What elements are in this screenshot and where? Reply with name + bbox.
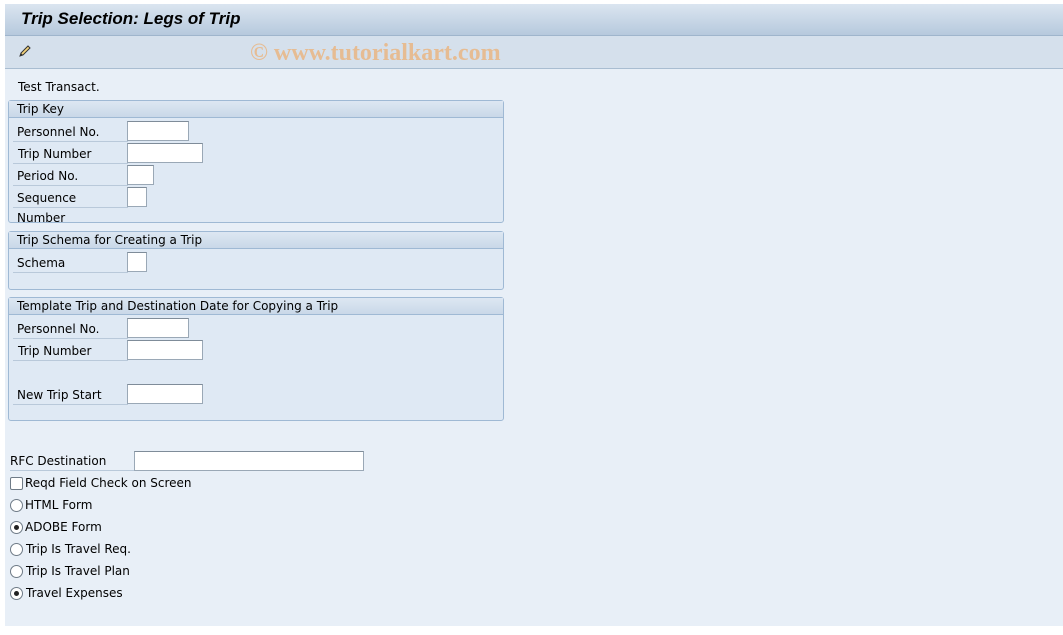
group-trip-schema: Trip Schema for Creating a Trip Schema (8, 231, 504, 290)
html-form-label: HTML Form (25, 498, 93, 512)
toolbar: © www.tutorialkart.com (5, 36, 1063, 69)
personnel-no-label: Personnel No. (13, 122, 128, 142)
period-no-label: Period No. (13, 166, 128, 186)
template-trip-number-label: Trip Number (13, 341, 128, 361)
trip-number-input[interactable] (127, 143, 203, 163)
sequence-number-label: Sequence Number (13, 188, 128, 225)
page-title: Trip Selection: Legs of Trip (21, 9, 241, 28)
pencil-icon[interactable] (17, 43, 33, 62)
template-personnel-no-input[interactable] (127, 318, 189, 338)
title-bar: Trip Selection: Legs of Trip (5, 4, 1063, 36)
schema-input[interactable] (127, 252, 147, 272)
travel-expenses-label: Travel Expenses (26, 586, 123, 600)
personnel-no-input[interactable] (127, 121, 189, 141)
watermark: © www.tutorialkart.com (250, 40, 501, 66)
adobe-form-label: ADOBE Form (25, 520, 102, 534)
html-form-radio[interactable] (10, 499, 23, 512)
reqd-field-check-checkbox[interactable] (10, 477, 23, 490)
test-transact-label: Test Transact. (18, 80, 100, 94)
new-trip-start-label: New Trip Start (13, 385, 128, 405)
trip-is-travel-req-radio[interactable] (10, 543, 23, 556)
trip-is-travel-req-label: Trip Is Travel Req. (26, 542, 131, 556)
trip-is-travel-plan-radio[interactable] (10, 565, 23, 578)
selection-screen: Test Transact. Trip Key Personnel No. Tr… (5, 69, 1063, 626)
trip-is-travel-plan-label: Trip Is Travel Plan (26, 564, 130, 578)
rfc-destination-label: RFC Destination (10, 451, 135, 471)
sequence-number-input[interactable] (127, 187, 147, 207)
schema-label: Schema (13, 253, 128, 273)
group-title: Template Trip and Destination Date for C… (9, 298, 503, 315)
group-template-trip: Template Trip and Destination Date for C… (8, 297, 504, 421)
group-title: Trip Schema for Creating a Trip (9, 232, 503, 249)
group-title: Trip Key (9, 101, 503, 118)
rfc-destination-input[interactable] (134, 451, 364, 471)
template-trip-number-input[interactable] (127, 340, 203, 360)
trip-number-label: Trip Number (13, 144, 128, 164)
travel-expenses-radio[interactable] (10, 587, 23, 600)
new-trip-start-input[interactable] (127, 384, 203, 404)
period-no-input[interactable] (127, 165, 154, 185)
template-personnel-no-label: Personnel No. (13, 319, 128, 339)
group-trip-key: Trip Key Personnel No. Trip Number Perio… (8, 100, 504, 225)
reqd-field-check-label: Reqd Field Check on Screen (25, 476, 192, 490)
adobe-form-radio[interactable] (10, 521, 23, 534)
